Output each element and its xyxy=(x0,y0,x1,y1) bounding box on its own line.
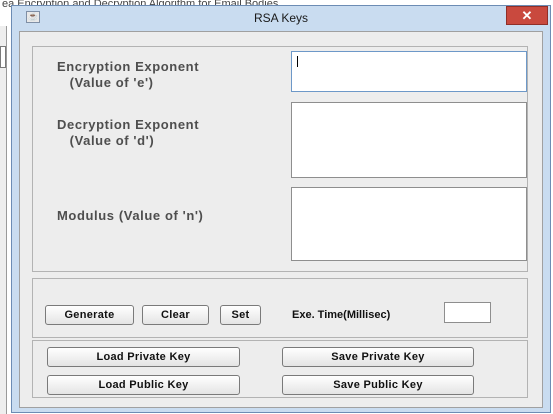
load-private-key-button[interactable]: Load Private Key xyxy=(47,347,240,367)
encryption-exponent-label: Encryption Exponent (Value of 'e') xyxy=(57,59,200,90)
background-window-frame xyxy=(0,26,7,414)
clear-button[interactable]: Clear xyxy=(142,305,209,325)
dialog-content: Encryption Exponent (Value of 'e') Decry… xyxy=(19,31,543,408)
text-caret xyxy=(297,56,298,67)
actions-panel: Generate Clear Set Exe. Time(Millisec) xyxy=(32,278,528,338)
modulus-label: Modulus (Value of 'n') xyxy=(57,208,204,223)
rsa-keys-dialog: ☕ RSA Keys ✕ Encryption Exponent (Value … xyxy=(11,5,551,413)
title-bar[interactable]: ☕ RSA Keys ✕ xyxy=(12,6,550,30)
load-public-key-button[interactable]: Load Public Key xyxy=(47,375,240,395)
background-window-field xyxy=(0,46,6,68)
save-private-key-button[interactable]: Save Private Key xyxy=(282,347,474,367)
encryption-exponent-field[interactable] xyxy=(291,51,527,92)
decryption-exponent-field[interactable] xyxy=(291,102,527,178)
decryption-exponent-label: Decryption Exponent (Value of 'd') xyxy=(57,117,200,148)
set-button[interactable]: Set xyxy=(220,305,261,325)
keys-panel: Encryption Exponent (Value of 'e') Decry… xyxy=(32,46,528,272)
close-button[interactable]: ✕ xyxy=(506,6,548,25)
exe-time-field[interactable] xyxy=(444,302,491,323)
key-files-panel: Load Private Key Save Private Key Load P… xyxy=(32,340,528,398)
save-public-key-button[interactable]: Save Public Key xyxy=(282,375,474,395)
window-title: RSA Keys xyxy=(253,11,309,25)
modulus-field[interactable] xyxy=(291,187,527,261)
exe-time-label: Exe. Time(Millisec) xyxy=(292,309,391,321)
generate-button[interactable]: Generate xyxy=(45,305,134,325)
